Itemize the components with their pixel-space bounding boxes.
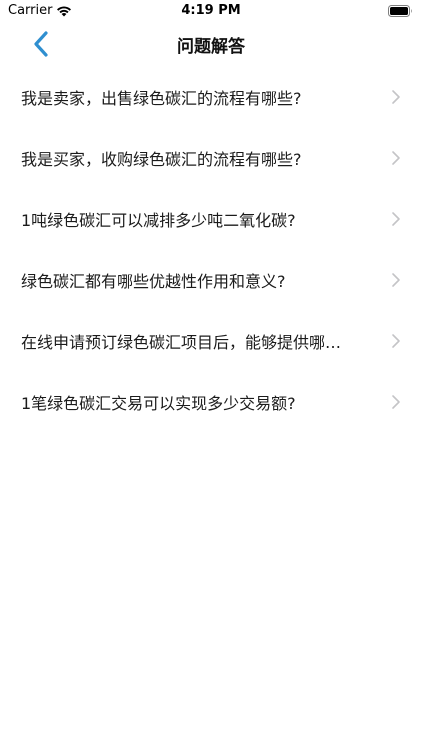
faq-item-label: 我是买家，收购绿色碳汇的流程有哪些? xyxy=(21,149,302,169)
faq-item-label: 1笔绿色碳汇交易可以实现多少交易额? xyxy=(21,393,296,413)
battery-icon xyxy=(388,5,412,17)
faq-item-label: 在线申请预订绿色碳汇项目后，能够提供哪… xyxy=(21,332,342,352)
faq-item-label: 我是卖家，出售绿色碳汇的流程有哪些? xyxy=(21,88,302,108)
faq-item-label: 绿色碳汇都有哪些优越性作用和意义? xyxy=(21,271,286,291)
faq-screen: Carrier 4:19 PM 问题解答 我是卖家，出售绿色碳汇的流程有哪些? xyxy=(0,0,422,750)
faq-item-label: 1吨绿色碳汇可以减排多少吨二氧化碳? xyxy=(21,210,296,230)
faq-item[interactable]: 绿色碳汇都有哪些优越性作用和意义? xyxy=(0,249,422,310)
faq-list: 我是卖家，出售绿色碳汇的流程有哪些? 我是买家，收购绿色碳汇的流程有哪些? 1吨… xyxy=(0,66,422,432)
chevron-right-icon xyxy=(392,272,400,287)
chevron-right-icon xyxy=(392,89,400,104)
chevron-right-icon xyxy=(392,211,400,226)
faq-item[interactable]: 在线申请预订绿色碳汇项目后，能够提供哪… xyxy=(0,310,422,371)
page-title: 问题解答 xyxy=(177,37,245,57)
chevron-right-icon xyxy=(392,394,400,409)
status-time: 4:19 PM xyxy=(181,3,241,18)
faq-item[interactable]: 1吨绿色碳汇可以减排多少吨二氧化碳? xyxy=(0,188,422,249)
chevron-right-icon xyxy=(392,333,400,348)
nav-bar: 问题解答 xyxy=(0,24,422,64)
chevron-right-icon xyxy=(392,150,400,165)
faq-item[interactable]: 1笔绿色碳汇交易可以实现多少交易额? xyxy=(0,371,422,432)
faq-item[interactable]: 我是卖家，出售绿色碳汇的流程有哪些? xyxy=(0,66,422,127)
faq-item[interactable]: 我是买家，收购绿色碳汇的流程有哪些? xyxy=(0,127,422,188)
status-bar: Carrier 4:19 PM xyxy=(0,0,422,24)
